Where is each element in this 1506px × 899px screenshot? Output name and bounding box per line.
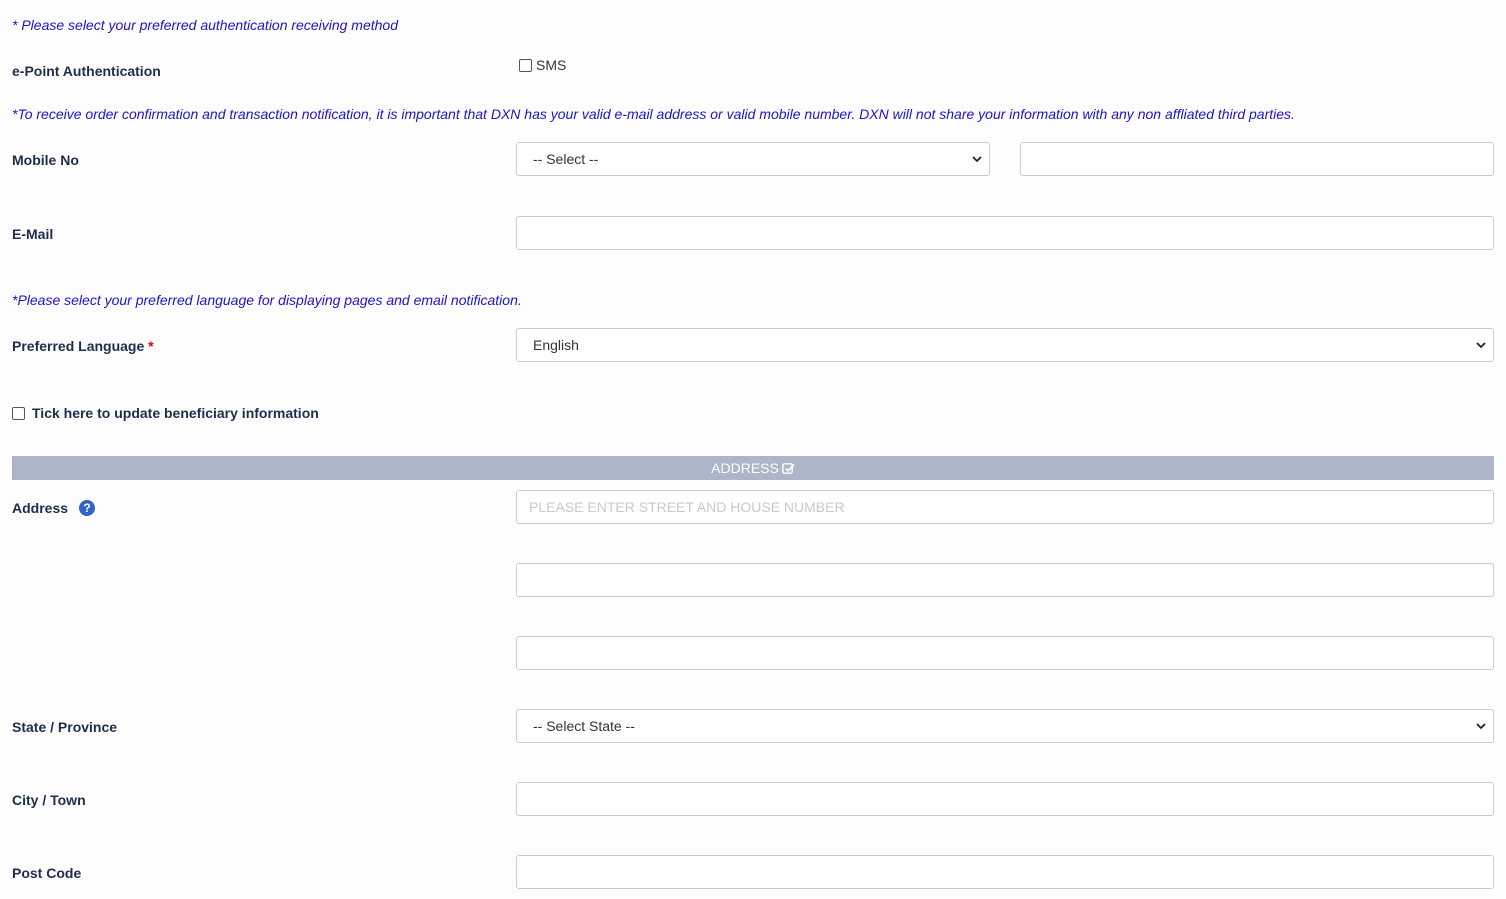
mobile-country-code-select[interactable]: -- Select -- bbox=[516, 142, 990, 176]
address-section-header: ADDRESS bbox=[12, 456, 1494, 480]
postcode-input[interactable] bbox=[516, 855, 1494, 889]
state-select[interactable]: -- Select State -- bbox=[516, 709, 1494, 743]
language-note: *Please select your preferred language f… bbox=[12, 292, 522, 308]
chevron-down-icon bbox=[1476, 342, 1486, 349]
address-line1-input[interactable] bbox=[516, 490, 1494, 524]
chevron-down-icon bbox=[1476, 723, 1486, 730]
email-input[interactable] bbox=[516, 216, 1494, 250]
preferred-language-value: English bbox=[533, 337, 579, 353]
address-label: Address bbox=[12, 500, 69, 516]
state-label: State / Province bbox=[12, 719, 118, 735]
mobile-country-code-value: -- Select -- bbox=[533, 151, 599, 167]
auth-method-note: * Please select your preferred authentic… bbox=[12, 17, 398, 33]
city-input[interactable] bbox=[516, 782, 1494, 816]
help-icon[interactable]: ? bbox=[79, 500, 96, 516]
chevron-down-icon bbox=[972, 156, 982, 163]
edit-check-icon bbox=[782, 462, 795, 474]
address-line3-input[interactable] bbox=[516, 636, 1494, 670]
email-label: E-Mail bbox=[12, 226, 54, 242]
sms-label: SMS bbox=[536, 57, 567, 73]
address-label-group: Address ? bbox=[12, 500, 96, 516]
address-section-title: ADDRESS bbox=[711, 460, 779, 476]
state-select-value: -- Select State -- bbox=[533, 718, 635, 734]
beneficiary-label: Tick here to update beneficiary informat… bbox=[32, 405, 319, 421]
contact-notice: *To receive order confirmation and trans… bbox=[12, 106, 1295, 122]
preferred-language-label: Preferred Language * bbox=[12, 338, 154, 354]
beneficiary-checkbox[interactable] bbox=[12, 406, 25, 420]
mobile-label: Mobile No bbox=[12, 152, 79, 168]
sms-checkbox[interactable] bbox=[519, 58, 532, 72]
sms-option[interactable]: SMS bbox=[519, 57, 566, 73]
address-line2-input[interactable] bbox=[516, 563, 1494, 597]
epoint-auth-label: e-Point Authentication bbox=[12, 63, 161, 79]
preferred-language-select[interactable]: English bbox=[516, 328, 1494, 362]
required-marker: * bbox=[148, 338, 154, 354]
mobile-number-input[interactable] bbox=[1020, 142, 1494, 176]
city-label: City / Town bbox=[12, 792, 86, 808]
beneficiary-option[interactable]: Tick here to update beneficiary informat… bbox=[12, 405, 319, 421]
postcode-label: Post Code bbox=[12, 865, 82, 881]
preferred-language-label-text: Preferred Language bbox=[12, 338, 145, 354]
